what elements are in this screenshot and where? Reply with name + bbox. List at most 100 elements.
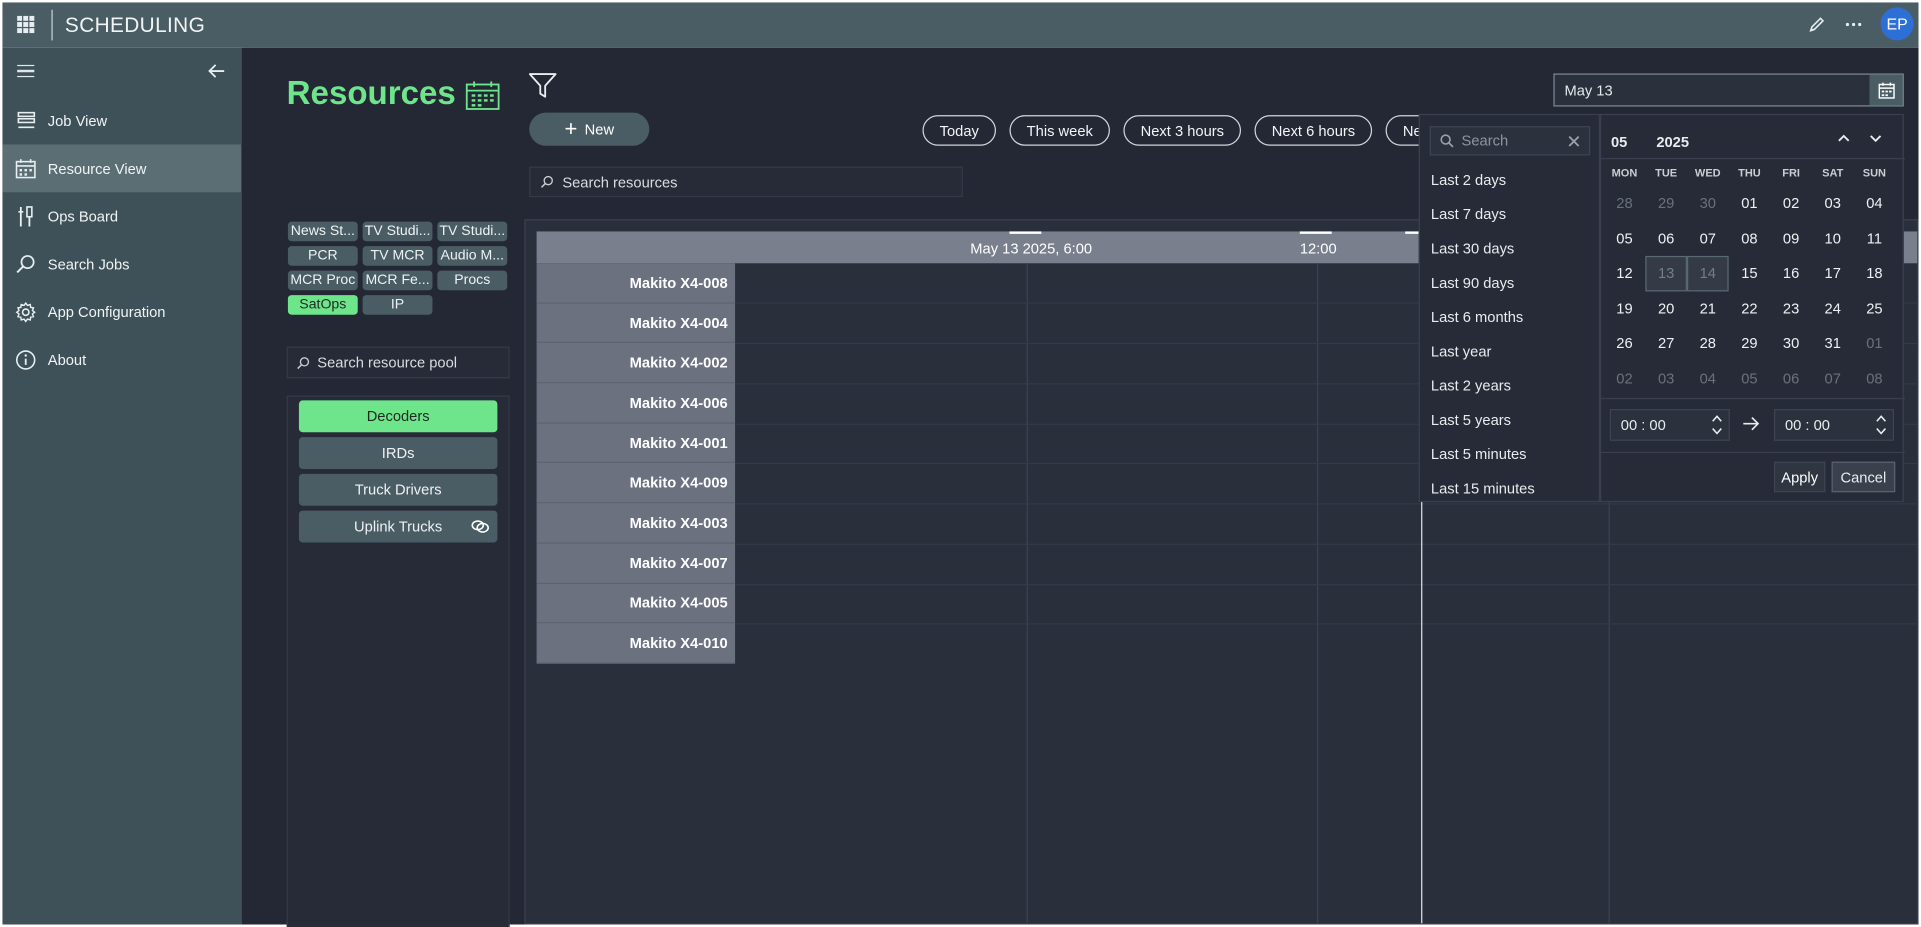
- resource-row[interactable]: Makito X4-007: [536, 543, 736, 584]
- pool-chip[interactable]: MCR Proc: [287, 270, 358, 291]
- range-next-3-hours-button[interactable]: Next 3 hours: [1123, 115, 1242, 146]
- calendar-year[interactable]: 2025: [1656, 133, 1689, 150]
- calendar-day[interactable]: 30: [1687, 186, 1729, 221]
- preset-item[interactable]: Last 15 minutes: [1431, 480, 1535, 497]
- more-options-icon[interactable]: [1844, 14, 1864, 34]
- time-stepper-icon[interactable]: [1711, 413, 1722, 440]
- preset-item[interactable]: Last 30 days: [1431, 240, 1514, 257]
- preset-search-input[interactable]: Search ✕: [1429, 126, 1591, 156]
- calendar-day[interactable]: 11: [1854, 221, 1896, 256]
- search-resources-input[interactable]: Search resources: [529, 166, 963, 198]
- app-launcher-icon[interactable]: [17, 15, 35, 34]
- calendar-day[interactable]: 24: [1812, 291, 1854, 326]
- calendar-day[interactable]: 17: [1812, 256, 1854, 291]
- calendar-day[interactable]: 19: [1604, 291, 1646, 326]
- preset-item[interactable]: Last 5 minutes: [1431, 446, 1527, 463]
- time-stepper-icon[interactable]: [1876, 413, 1887, 440]
- collapse-arrow-icon[interactable]: [206, 60, 228, 88]
- clear-search-icon[interactable]: ✕: [1566, 131, 1581, 153]
- calendar-day[interactable]: 01: [1729, 186, 1771, 221]
- calendar-day[interactable]: 02: [1604, 361, 1646, 396]
- calendar-day[interactable]: 20: [1645, 291, 1687, 326]
- calendar-day[interactable]: 10: [1812, 221, 1854, 256]
- calendar-day-selected[interactable]: 13: [1645, 255, 1687, 291]
- calendar-day[interactable]: 31: [1812, 326, 1854, 361]
- calendar-day[interactable]: 04: [1854, 186, 1896, 221]
- pool-chip[interactable]: IP: [362, 295, 433, 315]
- calendar-day[interactable]: 07: [1687, 221, 1729, 256]
- resource-row[interactable]: Makito X4-004: [536, 303, 736, 344]
- sidebar-item-job-view[interactable]: Job View: [2, 97, 241, 145]
- range-today-button[interactable]: Today: [922, 115, 997, 146]
- resource-row[interactable]: Makito X4-009: [536, 463, 736, 504]
- new-button[interactable]: + New: [529, 112, 650, 146]
- calendar-icon[interactable]: [1869, 74, 1903, 106]
- date-range-input[interactable]: May 13: [1553, 73, 1904, 107]
- calendar-day[interactable]: 30: [1770, 326, 1812, 361]
- sidebar-item-search-jobs[interactable]: Search Jobs: [2, 240, 241, 288]
- apply-button[interactable]: Apply: [1773, 461, 1826, 493]
- chevron-down-icon[interactable]: [1870, 132, 1882, 148]
- calendar-icon[interactable]: [465, 81, 500, 117]
- calendar-day[interactable]: 22: [1729, 291, 1771, 326]
- calendar-day[interactable]: 27: [1645, 326, 1687, 361]
- calendar-day[interactable]: 29: [1729, 326, 1771, 361]
- preset-item[interactable]: Last 7 days: [1431, 206, 1506, 223]
- calendar-day[interactable]: 26: [1604, 326, 1646, 361]
- calendar-day[interactable]: 04: [1687, 361, 1729, 396]
- resource-row[interactable]: Makito X4-008: [536, 263, 736, 304]
- calendar-day[interactable]: 08: [1854, 361, 1896, 396]
- calendar-day[interactable]: 03: [1812, 186, 1854, 221]
- preset-item[interactable]: Last 5 years: [1431, 411, 1511, 428]
- resource-row[interactable]: Makito X4-001: [536, 423, 736, 464]
- calendar-day[interactable]: 12: [1604, 256, 1646, 291]
- preset-item[interactable]: Last 2 days: [1431, 171, 1506, 188]
- pool-chip[interactable]: MCR Fe...: [362, 270, 433, 291]
- calendar-day[interactable]: 05: [1604, 221, 1646, 256]
- resource-row[interactable]: Makito X4-005: [536, 583, 736, 624]
- pool-chip[interactable]: TV Studi...: [437, 221, 508, 242]
- pool-chip-active[interactable]: SatOps: [287, 295, 358, 315]
- resource-type-uplink-trucks[interactable]: Uplink Trucks: [298, 510, 498, 543]
- preset-item[interactable]: Last 2 years: [1431, 377, 1511, 394]
- resource-row[interactable]: Makito X4-006: [536, 383, 736, 424]
- calendar-day[interactable]: 06: [1645, 221, 1687, 256]
- preset-item[interactable]: Last 90 days: [1431, 274, 1514, 291]
- calendar-day[interactable]: 03: [1645, 361, 1687, 396]
- user-avatar[interactable]: EP: [1880, 7, 1914, 41]
- resource-row[interactable]: Makito X4-002: [536, 343, 736, 384]
- search-resource-pool-input[interactable]: Search resource pool: [286, 346, 510, 379]
- start-time-input[interactable]: 00 : 00: [1609, 408, 1730, 441]
- hamburger-menu-icon[interactable]: [17, 64, 35, 78]
- end-time-input[interactable]: 00 : 00: [1773, 408, 1895, 441]
- calendar-day[interactable]: 06: [1770, 361, 1812, 396]
- calendar-day[interactable]: 15: [1729, 256, 1771, 291]
- resource-type-decoders[interactable]: Decoders: [298, 400, 498, 433]
- preset-item[interactable]: Last year: [1431, 343, 1491, 360]
- chevron-up-icon[interactable]: [1838, 132, 1850, 148]
- sidebar-item-ops-board[interactable]: Ops Board: [2, 192, 241, 240]
- calendar-day[interactable]: 09: [1770, 221, 1812, 256]
- calendar-day-selected[interactable]: 14: [1686, 255, 1729, 291]
- edit-pencil-icon[interactable]: [1807, 14, 1827, 34]
- calendar-day[interactable]: 23: [1770, 291, 1812, 326]
- calendar-day[interactable]: 01: [1854, 326, 1896, 361]
- pool-chip[interactable]: Procs: [437, 270, 508, 291]
- resource-row[interactable]: Makito X4-010: [536, 624, 736, 664]
- calendar-day[interactable]: 07: [1812, 361, 1854, 396]
- pool-chip[interactable]: TV MCR: [362, 246, 433, 266]
- resource-type-irds[interactable]: IRDs: [298, 437, 498, 469]
- pool-chip[interactable]: PCR: [287, 246, 358, 266]
- calendar-day[interactable]: 28: [1604, 186, 1646, 221]
- calendar-day[interactable]: 29: [1645, 186, 1687, 221]
- calendar-day[interactable]: 02: [1770, 186, 1812, 221]
- resource-type-truck-drivers[interactable]: Truck Drivers: [298, 473, 498, 506]
- pool-chip[interactable]: News St...: [287, 221, 358, 242]
- sidebar-item-about[interactable]: About: [2, 336, 241, 384]
- cancel-button[interactable]: Cancel: [1831, 461, 1896, 493]
- sidebar-item-resource-view[interactable]: Resource View: [2, 144, 242, 193]
- calendar-day[interactable]: 08: [1729, 221, 1771, 256]
- range-next-6-hours-button[interactable]: Next 6 hours: [1254, 115, 1373, 146]
- calendar-day[interactable]: 18: [1854, 256, 1896, 291]
- calendar-day[interactable]: 28: [1687, 326, 1729, 361]
